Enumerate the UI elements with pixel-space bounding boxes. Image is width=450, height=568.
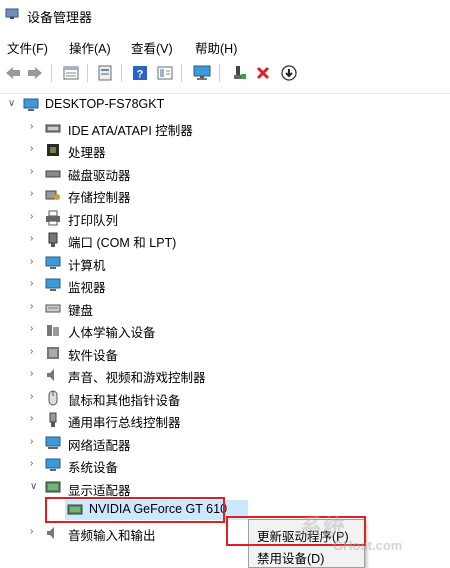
port-icon xyxy=(48,232,58,247)
expand-chevron-icon[interactable]: › xyxy=(30,458,40,470)
tree-item-disk[interactable]: › 磁盘驱动器 xyxy=(0,162,450,184)
tree-item-label: 监视器 xyxy=(68,281,106,295)
usb-icon xyxy=(49,412,57,427)
expand-chevron-icon[interactable]: › xyxy=(30,413,40,425)
window-title: 设备管理器 xyxy=(27,10,93,25)
tree-item-hid[interactable]: › 人体学输入设备 xyxy=(0,319,450,341)
expand-chevron-icon[interactable]: › xyxy=(30,391,40,403)
tree-item-label: 音频输入和输出 xyxy=(68,529,156,543)
network-adapter-icon xyxy=(45,436,61,449)
tree-item-system[interactable]: › 系统设备 xyxy=(0,454,450,476)
processor-icon xyxy=(47,144,59,156)
tree-item-keyboard[interactable]: › 键盘 xyxy=(0,297,450,319)
computer-name: DESKTOP-FS78GKT xyxy=(45,97,165,111)
tree-item-network[interactable]: › 网络适配器 xyxy=(0,432,450,454)
tree-item-label: 声音、视频和游戏控制器 xyxy=(68,371,206,385)
tree-item-mouse[interactable]: › 鼠标和其他指针设备 xyxy=(0,387,450,409)
view-icon[interactable] xyxy=(156,64,174,82)
menu-action[interactable]: 操作(A) xyxy=(69,38,111,57)
tree-item-label: 人体学输入设备 xyxy=(68,326,156,340)
tree-item-usb[interactable]: › 通用串行总线控制器 xyxy=(0,409,450,431)
tree-item-label: 通用串行总线控制器 xyxy=(68,416,181,430)
expand-chevron-icon[interactable]: › xyxy=(30,278,40,290)
speaker-icon xyxy=(47,527,54,539)
watermark-url: GHost.com xyxy=(333,538,403,553)
tree-item-label: 系统设备 xyxy=(68,461,119,475)
menu-view[interactable]: 查看(V) xyxy=(131,38,173,57)
ide-controller-icon xyxy=(45,124,61,133)
tree-item-label: 磁盘驱动器 xyxy=(68,169,131,183)
disable-device-menu-item[interactable]: 禁用设备(D) xyxy=(257,548,324,567)
tree-item-label: 鼠标和其他指针设备 xyxy=(68,394,181,408)
display-adapter-icon xyxy=(45,481,61,493)
tree-item-label: 打印队列 xyxy=(68,214,119,228)
keyboard-icon xyxy=(45,304,61,313)
tree-item-monitor[interactable]: › 监视器 xyxy=(0,274,450,296)
tree-item-display[interactable]: ∨ 显示适配器 xyxy=(0,477,450,499)
collapse-chevron-icon[interactable]: ∨ xyxy=(8,98,18,110)
tree-item-ports[interactable]: › 端口 (COM 和 LPT) xyxy=(0,229,450,251)
tree-item-label: 键盘 xyxy=(68,304,94,318)
properties-icon[interactable] xyxy=(62,64,80,82)
menu-file[interactable]: 文件(F) xyxy=(7,38,48,57)
expand-chevron-icon[interactable]: › xyxy=(30,166,40,178)
expand-chevron-icon[interactable]: › xyxy=(30,121,40,133)
expand-chevron-icon[interactable]: › xyxy=(30,301,40,313)
red-highlight-box xyxy=(45,497,225,523)
tree-item-label: IDE ATA/ATAPI 控制器 xyxy=(68,124,193,138)
monitor-icon xyxy=(45,278,61,291)
expand-chevron-icon[interactable]: › xyxy=(30,368,40,380)
tree-item-software[interactable]: › 软件设备 xyxy=(0,342,450,364)
help-icon[interactable]: ? xyxy=(131,64,149,82)
forward-arrow-icon[interactable] xyxy=(26,64,44,82)
tree-item-storage[interactable]: › 存储控制器 xyxy=(0,184,450,206)
hid-icon xyxy=(47,325,59,336)
menu-bar: 文件(F) 操作(A) 查看(V) 帮助(H) xyxy=(0,36,450,56)
expand-chevron-icon[interactable]: › xyxy=(30,143,40,155)
disk-drive-icon xyxy=(45,170,61,178)
system-device-icon xyxy=(45,458,61,471)
tree-item-computer[interactable]: › 计算机 xyxy=(0,252,450,274)
uninstall-x-icon[interactable] xyxy=(254,64,272,82)
expand-chevron-icon[interactable]: › xyxy=(30,233,40,245)
expand-chevron-icon[interactable]: › xyxy=(30,346,40,358)
toolbar: ? xyxy=(0,61,450,87)
tree-item-label: 存储控制器 xyxy=(68,191,131,205)
tree-item-label: 计算机 xyxy=(68,259,106,273)
expand-chevron-icon[interactable]: › xyxy=(30,188,40,200)
expand-chevron-icon[interactable]: › xyxy=(30,256,40,268)
svg-text:?: ? xyxy=(137,69,144,81)
expand-chevron-icon[interactable]: › xyxy=(30,526,40,538)
printer-icon xyxy=(46,210,60,226)
tree-item-processor[interactable]: › 处理器 xyxy=(0,139,450,161)
show-hide-icon[interactable] xyxy=(96,64,114,82)
expand-chevron-icon[interactable]: › xyxy=(30,436,40,448)
tree-item-label: 端口 (COM 和 LPT) xyxy=(68,236,177,250)
speaker-icon xyxy=(47,369,54,381)
software-device-icon xyxy=(47,347,59,359)
device-manager-icon xyxy=(5,8,19,19)
expand-chevron-icon[interactable]: › xyxy=(30,211,40,223)
title-bar: 设备管理器 xyxy=(0,0,450,32)
tree-item-label: 软件设备 xyxy=(68,349,119,363)
computer-icon xyxy=(45,256,61,269)
monitor-icon[interactable] xyxy=(193,64,211,82)
tree-item-ide[interactable]: › IDE ATA/ATAPI 控制器 xyxy=(0,117,450,139)
collapse-chevron-icon[interactable]: ∨ xyxy=(30,481,40,493)
computer-icon xyxy=(23,98,39,111)
back-arrow-icon[interactable] xyxy=(4,64,22,82)
menu-help[interactable]: 帮助(H) xyxy=(195,38,237,57)
add-driver-icon[interactable] xyxy=(230,64,248,82)
tree-item-label: 网络适配器 xyxy=(68,439,131,453)
tree-item-print[interactable]: › 打印队列 xyxy=(0,207,450,229)
tree-item-audio[interactable]: › 声音、视频和游戏控制器 xyxy=(0,364,450,386)
tree-item-label: 处理器 xyxy=(68,146,106,160)
mouse-icon xyxy=(48,390,58,406)
update-driver-icon[interactable] xyxy=(280,64,298,82)
storage-controller-icon xyxy=(45,190,60,200)
tree-root-row[interactable]: ∨ DESKTOP-FS78GKT xyxy=(0,94,450,116)
expand-chevron-icon[interactable]: › xyxy=(30,323,40,335)
